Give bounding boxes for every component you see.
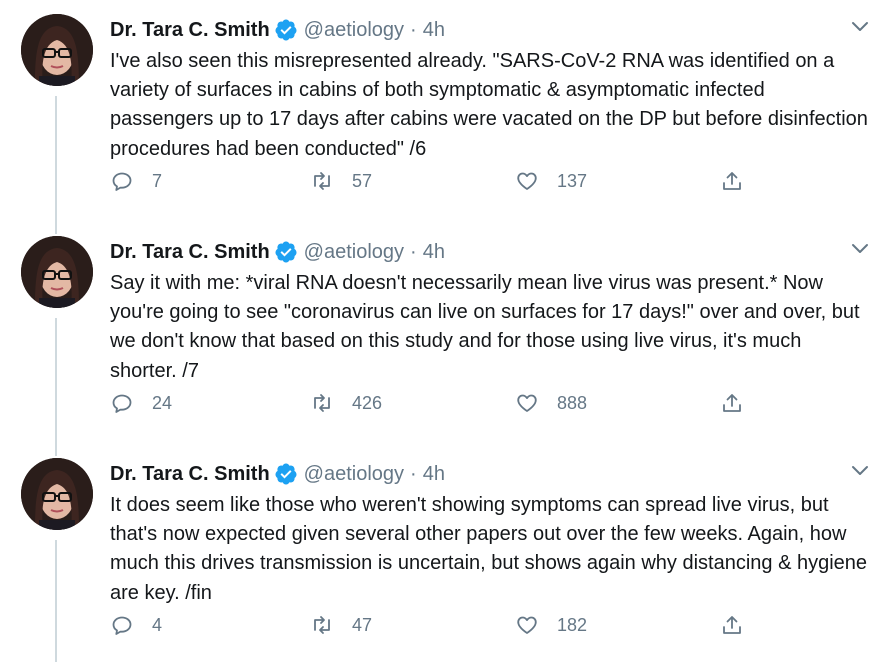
chevron-down-icon[interactable] <box>848 14 872 38</box>
retweet-count: 57 <box>352 170 373 191</box>
verified-badge-icon <box>274 18 298 42</box>
reply-count: 4 <box>152 614 163 635</box>
reply-icon <box>110 169 134 193</box>
retweet-button[interactable]: 426 <box>310 387 382 419</box>
heart-icon <box>515 169 539 193</box>
timestamp[interactable]: 4h <box>423 463 445 486</box>
share-icon <box>720 391 744 415</box>
tweet-header: Dr. Tara C. Smith @aetiology · 4h <box>110 16 445 44</box>
handle[interactable]: @aetiology <box>304 19 404 42</box>
reply-button[interactable]: 7 <box>110 165 162 197</box>
chevron-down-icon[interactable] <box>848 236 872 260</box>
like-count: 137 <box>557 170 588 191</box>
display-name[interactable]: Dr. Tara C. Smith <box>110 463 270 486</box>
reply-count: 24 <box>152 392 173 413</box>
heart-icon <box>515 613 539 637</box>
share-icon <box>720 613 744 637</box>
tweet-header: Dr. Tara C. Smith @aetiology · 4h <box>110 238 445 266</box>
handle[interactable]: @aetiology <box>304 463 404 486</box>
handle[interactable]: @aetiology <box>304 241 404 264</box>
like-button[interactable]: 137 <box>515 165 587 197</box>
avatar[interactable] <box>21 458 93 530</box>
like-count: 888 <box>557 392 588 413</box>
action-bar: 24 426 888 <box>110 387 760 419</box>
tweet-text: It does seem like those who weren't show… <box>110 494 868 604</box>
timestamp[interactable]: 4h <box>423 19 445 42</box>
like-button[interactable]: 182 <box>515 609 587 641</box>
tweet[interactable]: Dr. Tara C. Smith @aetiology · 4h Say it… <box>0 222 885 444</box>
reply-icon <box>110 391 134 415</box>
reply-button[interactable]: 24 <box>110 387 172 419</box>
avatar[interactable] <box>21 236 93 308</box>
separator-dot: · <box>410 462 417 485</box>
reply-icon <box>110 613 134 637</box>
display-name[interactable]: Dr. Tara C. Smith <box>110 241 270 264</box>
reply-count: 7 <box>152 170 163 191</box>
display-name[interactable]: Dr. Tara C. Smith <box>110 19 270 42</box>
tweet-text: I've also seen this misrepresented alrea… <box>110 50 868 160</box>
retweet-button[interactable]: 57 <box>310 165 372 197</box>
like-count: 182 <box>557 614 588 635</box>
like-button[interactable]: 888 <box>515 387 587 419</box>
action-bar: 4 47 182 <box>110 609 760 641</box>
action-bar: 7 57 137 <box>110 165 760 197</box>
tweet-header: Dr. Tara C. Smith @aetiology · 4h <box>110 460 445 488</box>
separator-dot: · <box>410 240 417 263</box>
chevron-down-icon[interactable] <box>848 458 872 482</box>
timestamp[interactable]: 4h <box>423 241 445 264</box>
share-icon <box>720 169 744 193</box>
share-button[interactable] <box>720 609 744 641</box>
share-button[interactable] <box>720 387 744 419</box>
retweet-icon <box>310 391 334 415</box>
retweet-count: 426 <box>352 392 383 413</box>
avatar[interactable] <box>21 14 93 86</box>
tweet-text: Say it with me: *viral RNA doesn't neces… <box>110 272 860 382</box>
retweet-button[interactable]: 47 <box>310 609 372 641</box>
retweet-icon <box>310 169 334 193</box>
tweet[interactable]: Dr. Tara C. Smith @aetiology · 4h I've a… <box>0 0 885 222</box>
verified-badge-icon <box>274 462 298 486</box>
tweet[interactable]: Dr. Tara C. Smith @aetiology · 4h It doe… <box>0 444 885 666</box>
retweet-icon <box>310 613 334 637</box>
heart-icon <box>515 391 539 415</box>
verified-badge-icon <box>274 240 298 264</box>
reply-button[interactable]: 4 <box>110 609 162 641</box>
share-button[interactable] <box>720 165 744 197</box>
separator-dot: · <box>410 18 417 41</box>
retweet-count: 47 <box>352 614 373 635</box>
